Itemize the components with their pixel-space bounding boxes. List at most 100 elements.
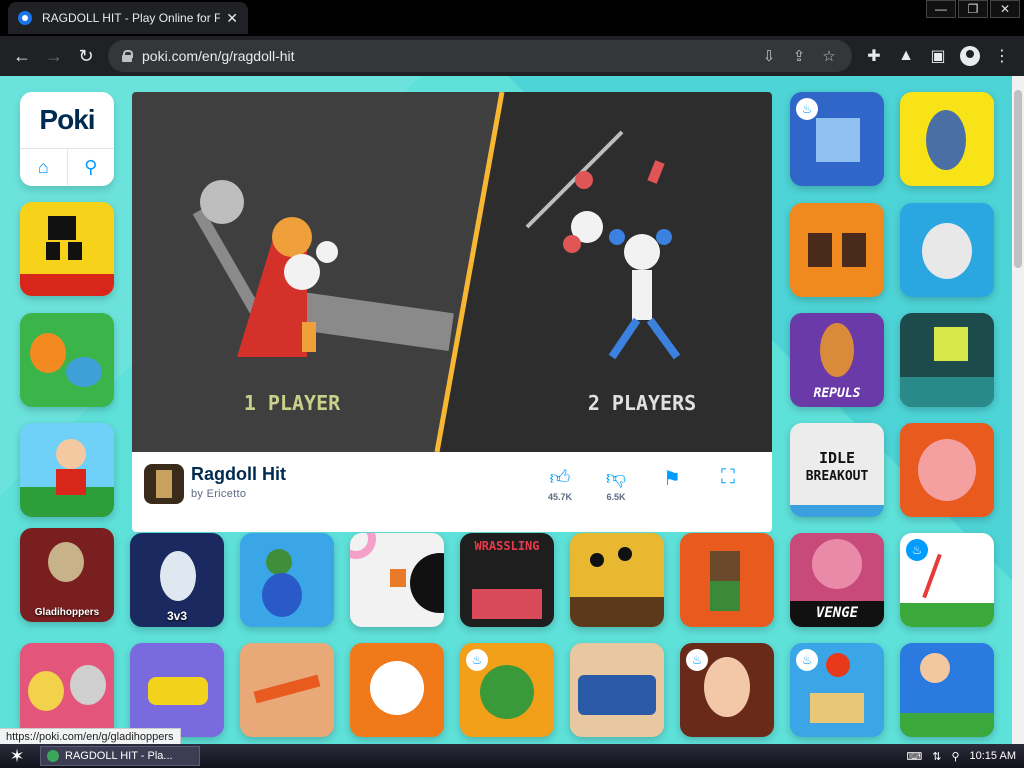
browser-tab[interactable]: RAGDOLL HIT - Play Online for Free ✕	[8, 2, 248, 34]
home-icon[interactable]: ⌂	[20, 149, 68, 186]
game-tile[interactable]	[900, 313, 994, 407]
game-tile-3v3[interactable]: 3v3	[130, 533, 224, 627]
tab-title: RAGDOLL HIT - Play Online for Free	[42, 11, 221, 25]
hot-flame-icon: ♨	[796, 649, 818, 671]
game-tile-venge[interactable]: VENGE	[790, 533, 884, 627]
game-tile[interactable]: ♨	[460, 643, 554, 737]
poki-favicon-icon	[18, 11, 32, 25]
browser-window-icon	[47, 750, 59, 762]
hot-flame-icon: ♨	[466, 649, 488, 671]
game-tile-label: VENGE	[815, 605, 859, 621]
back-arrow-icon[interactable]: ←	[6, 40, 38, 72]
hot-flame-icon: ♨	[686, 649, 708, 671]
game-tile[interactable]	[350, 533, 444, 627]
game-tile[interactable]: ♨	[790, 92, 884, 186]
game-tile[interactable]	[240, 533, 334, 627]
reload-icon[interactable]: ↻	[70, 40, 102, 72]
game-tile[interactable]: ♨	[900, 533, 994, 627]
poki-logo-card: Poki ⌂ ⚲	[20, 92, 114, 186]
game-tile-label: REPULS	[813, 386, 861, 401]
game-author: by Ericetto	[191, 488, 247, 500]
system-tray: ⌨ ⇅ ⚲ 10:15 AM	[896, 744, 1016, 768]
two-players-label[interactable]: 2 PLAYERS	[588, 391, 696, 415]
game-tile-idle-breakout[interactable]: IDLE BREAKOUT	[790, 423, 884, 517]
keyboard-icon[interactable]: ⌨	[906, 750, 922, 763]
game-tile[interactable]	[20, 313, 114, 407]
game-tile-gladihoppers[interactable]: Gladihoppers	[20, 528, 114, 622]
thumbs-up-icon: 👍︎	[549, 467, 571, 489]
install-app-icon[interactable]: ⇩	[754, 47, 784, 65]
bookmark-star-icon[interactable]: ☆	[814, 47, 844, 65]
clock[interactable]: 10:15 AM	[970, 750, 1016, 762]
thumbs-down-icon: 👎︎	[605, 467, 627, 489]
game-tile-label: IDLE	[818, 449, 856, 467]
network-icon[interactable]: ⇅	[932, 750, 941, 763]
game-artwork[interactable]: 1 PLAYER 2 PLAYERS	[132, 92, 772, 452]
restore-button[interactable]: ❐	[958, 0, 988, 18]
labs-flask-icon[interactable]: ▲	[890, 47, 922, 65]
forward-arrow-icon[interactable]: →	[38, 40, 70, 72]
game-tile[interactable]	[680, 533, 774, 627]
search-icon[interactable]: ⚲	[68, 149, 115, 186]
dislike-button[interactable]: 👎︎ 6.5K	[596, 466, 636, 502]
extensions-puzzle-icon[interactable]: ✚	[858, 46, 890, 66]
extension-area: ✚ ▲ ▣ ⋮	[858, 40, 1018, 72]
game-tile[interactable]	[900, 92, 994, 186]
taskbar-window-label: RAGDOLL HIT - Pla...	[65, 750, 173, 762]
game-tile[interactable]	[20, 202, 114, 296]
close-window-button[interactable]: ✕	[990, 0, 1020, 18]
search-tray-icon[interactable]: ⚲	[951, 750, 959, 763]
dislike-count: 6.5K	[606, 492, 626, 502]
hot-flame-icon: ♨	[906, 539, 928, 561]
fullscreen-icon: ⛶	[721, 466, 735, 488]
game-tile[interactable]	[20, 643, 114, 737]
share-icon[interactable]: ⇪	[784, 47, 814, 65]
one-player-label[interactable]: 1 PLAYER	[244, 391, 341, 415]
os-taskbar: ✶ RAGDOLL HIT - Pla... ⌨ ⇅ ⚲ 10:15 AM	[0, 744, 1024, 768]
game-info-bar: Ragdoll Hit by Ericetto 👍︎ 45.7K 👎︎ 6.5K…	[132, 452, 772, 516]
browser-toolbar: ← → ↻ poki.com/en/g/ragdoll-hit ⇩ ⇪ ☆ ✚ …	[0, 36, 1024, 76]
game-tile-wrassling[interactable]: WRASSLING	[460, 533, 554, 627]
page-scrollbar[interactable]	[1012, 76, 1024, 744]
game-tile[interactable]	[900, 643, 994, 737]
like-button[interactable]: 👍︎ 45.7K	[540, 466, 580, 502]
game-tile-label: 3v3	[166, 609, 188, 623]
profile-avatar-icon[interactable]	[960, 46, 980, 66]
game-player: 1 PLAYER 2 PLAYERS Ragdoll Hit by Ericet…	[132, 92, 772, 532]
game-tile[interactable]	[570, 533, 664, 627]
taskbar-window-button[interactable]: RAGDOLL HIT - Pla...	[40, 746, 200, 766]
report-button[interactable]: ⚑	[652, 466, 692, 491]
window-controls: — ❐ ✕	[924, 0, 1020, 18]
game-title: Ragdoll Hit	[191, 464, 286, 484]
game-tile[interactable]	[900, 423, 994, 517]
fullscreen-button[interactable]: ⛶	[708, 466, 748, 489]
like-count: 45.7K	[547, 492, 573, 502]
menu-kebab-icon[interactable]: ⋮	[986, 46, 1018, 66]
game-tile-label: Gladihoppers	[34, 607, 100, 618]
game-tile[interactable]	[240, 643, 334, 737]
flag-icon: ⚑	[663, 468, 681, 490]
minimize-button[interactable]: —	[926, 0, 956, 18]
game-tile[interactable]	[350, 643, 444, 737]
game-tile[interactable]: ♨	[680, 643, 774, 737]
url-text[interactable]: poki.com/en/g/ragdoll-hit	[142, 48, 295, 64]
scrollbar-thumb[interactable]	[1014, 90, 1022, 268]
game-thumbnail	[144, 464, 184, 504]
game-tile[interactable]	[570, 643, 664, 737]
start-star-icon[interactable]: ✶	[0, 744, 34, 768]
tab-close-icon[interactable]: ✕	[226, 10, 238, 27]
hot-flame-icon: ♨	[796, 98, 818, 120]
game-tile-repuls[interactable]: REPULS	[790, 313, 884, 407]
game-tile-label: BREAKOUT	[805, 469, 869, 484]
address-bar[interactable]: poki.com/en/g/ragdoll-hit ⇩ ⇪ ☆	[108, 40, 852, 72]
game-tile[interactable]	[790, 203, 884, 297]
poki-logo[interactable]: Poki	[20, 104, 114, 136]
page-content: Poki ⌂ ⚲ Gladihoppers 1 PLAYER 2 PLAYERS…	[0, 76, 1012, 744]
lock-icon[interactable]	[122, 50, 133, 62]
game-tile-label: WRASSLING	[474, 539, 540, 553]
game-tile[interactable]: ♨	[790, 643, 884, 737]
game-tile[interactable]	[20, 423, 114, 517]
side-panel-icon[interactable]: ▣	[922, 46, 954, 66]
game-tile[interactable]	[130, 643, 224, 737]
game-tile[interactable]	[900, 203, 994, 297]
